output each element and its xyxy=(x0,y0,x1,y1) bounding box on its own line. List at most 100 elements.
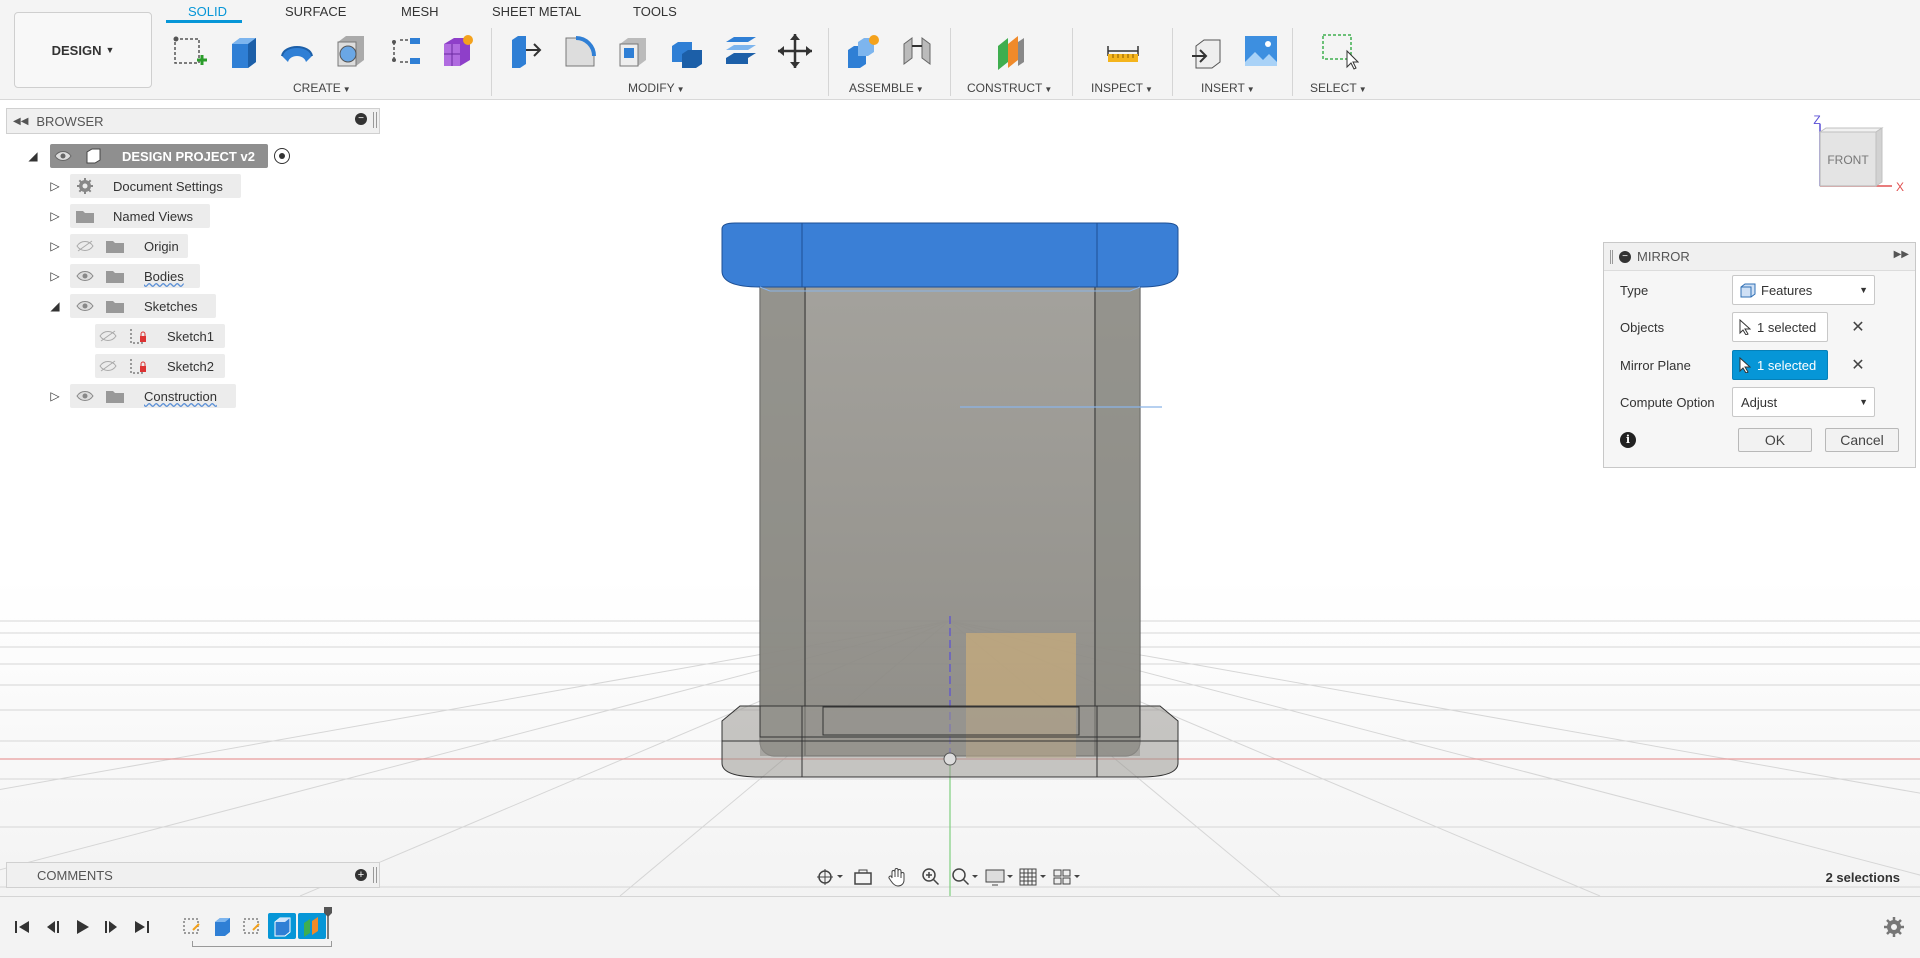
timeline-extrude-2[interactable] xyxy=(268,913,296,939)
create-menu[interactable]: CREATE ▼ xyxy=(293,81,351,95)
collapse-dialog-icon[interactable]: − xyxy=(1619,250,1631,263)
minimize-icon[interactable]: − xyxy=(355,113,367,125)
tree-item-sketches[interactable]: ◢ Sketches xyxy=(0,293,380,319)
expand-triangle-icon[interactable]: ▷ xyxy=(48,239,62,253)
browser-panel-header[interactable]: ◀◀ BROWSER − xyxy=(6,108,380,134)
workspace-switcher-button[interactable]: DESIGN ▼ xyxy=(14,12,152,88)
tab-tools[interactable]: TOOLS xyxy=(633,4,677,19)
display-settings-button[interactable] xyxy=(982,863,1016,891)
eye-icon[interactable] xyxy=(52,146,74,166)
pattern-tool[interactable] xyxy=(384,30,426,72)
joint-tool[interactable] xyxy=(896,30,938,72)
extrude-tool[interactable] xyxy=(222,30,264,72)
create-sketch-tool[interactable] xyxy=(168,30,210,72)
fit-button[interactable] xyxy=(948,863,982,891)
select-menu[interactable]: SELECT ▼ xyxy=(1310,81,1367,95)
step-forward-button[interactable] xyxy=(100,915,124,939)
view-cube[interactable]: FRONT Z X xyxy=(1770,114,1910,204)
orbit-button[interactable] xyxy=(812,863,846,891)
drag-handle-icon[interactable] xyxy=(1610,249,1613,264)
zoom-button[interactable] xyxy=(914,863,948,891)
new-component-tool[interactable] xyxy=(842,30,884,72)
grid-settings-button[interactable] xyxy=(1016,863,1050,891)
timeline-sketch-1[interactable] xyxy=(178,913,206,939)
timeline-sketch-2[interactable] xyxy=(238,913,266,939)
expand-triangle-icon[interactable]: ▷ xyxy=(48,209,62,223)
tree-root[interactable]: ◢ DESIGN PROJECT v2 xyxy=(0,143,380,169)
pin-handle-icon[interactable] xyxy=(373,867,377,883)
add-comment-icon[interactable]: + xyxy=(355,869,367,881)
objects-selector[interactable]: 1 selected xyxy=(1732,312,1828,342)
info-icon[interactable]: i xyxy=(1620,432,1636,448)
eye-icon[interactable] xyxy=(74,296,96,316)
tree-item-sketch2[interactable]: Sketch2 xyxy=(0,353,380,379)
eye-icon[interactable] xyxy=(74,266,96,286)
eye-hidden-icon[interactable] xyxy=(74,236,96,256)
revolve-tool[interactable] xyxy=(276,30,318,72)
activate-radio-icon[interactable] xyxy=(274,148,290,164)
mirror-dialog-header[interactable]: − MIRROR ▶▶ xyxy=(1604,243,1915,271)
offset-plane-tool[interactable] xyxy=(990,30,1032,72)
form-tool[interactable] xyxy=(436,30,478,72)
go-to-end-button[interactable] xyxy=(130,915,154,939)
timeline-group-bracket xyxy=(192,941,332,947)
expand-triangle-icon[interactable]: ▷ xyxy=(48,389,62,403)
tree-item-origin[interactable]: ▷ Origin xyxy=(0,233,380,259)
select-tool[interactable] xyxy=(1318,30,1360,72)
ok-button[interactable]: OK xyxy=(1738,428,1812,452)
tree-item-document-settings[interactable]: ▷ Document Settings xyxy=(0,173,380,199)
collapse-triangle-icon[interactable]: ◢ xyxy=(48,299,62,313)
modify-menu[interactable]: MODIFY ▼ xyxy=(628,81,685,95)
step-back-button[interactable] xyxy=(40,915,64,939)
combine-tool[interactable] xyxy=(666,30,708,72)
tab-mesh[interactable]: MESH xyxy=(401,4,439,19)
comments-panel-header[interactable]: COMMENTS + xyxy=(6,862,380,888)
timeline-settings-button[interactable] xyxy=(1882,915,1906,939)
tab-solid[interactable]: SOLID xyxy=(188,4,227,19)
insert-menu[interactable]: INSERT ▼ xyxy=(1201,81,1255,95)
measure-tool[interactable] xyxy=(1102,30,1144,72)
timeline-mirror[interactable] xyxy=(298,913,326,939)
expand-triangle-icon[interactable]: ▷ xyxy=(48,179,62,193)
expand-dialog-icon[interactable]: ▶▶ xyxy=(1894,249,1909,260)
type-dropdown[interactable]: Features ▼ xyxy=(1732,275,1875,305)
play-button[interactable] xyxy=(70,915,94,939)
split-tool[interactable] xyxy=(720,30,762,72)
collapse-triangle-icon[interactable]: ◢ xyxy=(26,149,40,163)
assemble-menu[interactable]: ASSEMBLE ▼ xyxy=(849,81,924,95)
insert-derive-tool[interactable] xyxy=(1186,30,1228,72)
fillet-tool[interactable] xyxy=(558,30,600,72)
move-tool[interactable] xyxy=(774,30,816,72)
inspect-menu[interactable]: INSPECT ▼ xyxy=(1091,81,1153,95)
expand-triangle-icon[interactable]: ▷ xyxy=(48,269,62,283)
cancel-button[interactable]: Cancel xyxy=(1825,428,1899,452)
eye-hidden-icon[interactable] xyxy=(97,356,119,376)
timeline-marker[interactable] xyxy=(324,907,332,939)
tree-item-construction[interactable]: ▷ Construction xyxy=(0,383,380,409)
clear-plane-icon[interactable]: ✕ xyxy=(1849,356,1867,374)
shell-modify-tool[interactable] xyxy=(612,30,654,72)
construct-menu[interactable]: CONSTRUCT ▼ xyxy=(967,81,1052,95)
clear-objects-icon[interactable]: ✕ xyxy=(1849,318,1867,336)
collapse-panel-icon[interactable]: ◀◀ xyxy=(13,116,28,127)
tab-surface[interactable]: SURFACE xyxy=(285,4,346,19)
look-at-button[interactable] xyxy=(846,863,880,891)
go-to-start-button[interactable] xyxy=(10,915,34,939)
objects-label: Objects xyxy=(1620,320,1665,335)
tree-item-named-views[interactable]: ▷ Named Views xyxy=(0,203,380,229)
pan-button[interactable] xyxy=(880,863,914,891)
eye-icon[interactable] xyxy=(74,386,96,406)
eye-hidden-icon[interactable] xyxy=(97,326,119,346)
timeline-extrude-1[interactable] xyxy=(208,913,236,939)
viewports-button[interactable] xyxy=(1050,863,1084,891)
tree-item-sketch1[interactable]: Sketch1 xyxy=(0,323,380,349)
compute-option-dropdown[interactable]: Adjust ▼ xyxy=(1732,387,1875,417)
shell-tool[interactable] xyxy=(330,30,372,72)
tree-item-bodies[interactable]: ▷ Bodies xyxy=(0,263,380,289)
caret-down-icon: ▼ xyxy=(1246,85,1255,94)
tab-sheet-metal[interactable]: SHEET METAL xyxy=(492,4,581,19)
pin-handle-icon[interactable] xyxy=(373,112,377,128)
insert-canvas-tool[interactable] xyxy=(1240,30,1282,72)
press-pull-tool[interactable] xyxy=(504,30,546,72)
mirror-plane-selector[interactable]: 1 selected xyxy=(1732,350,1828,380)
